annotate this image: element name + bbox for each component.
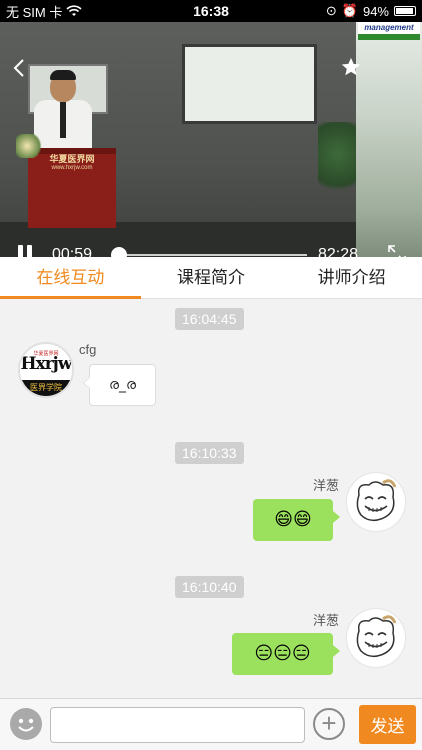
emoji-button[interactable] bbox=[10, 708, 42, 740]
podium-url: www.hxrjw.com bbox=[51, 165, 93, 171]
wifi-icon bbox=[66, 5, 82, 16]
cartoon-face-icon bbox=[356, 479, 397, 522]
lecturer-hair bbox=[50, 70, 76, 80]
battery-icon bbox=[394, 6, 416, 16]
back-button[interactable] bbox=[8, 56, 32, 80]
side-logo: management bbox=[358, 22, 420, 34]
video-side-panel bbox=[356, 22, 422, 257]
send-button[interactable]: 发送 bbox=[359, 705, 416, 744]
fullscreen-icon bbox=[388, 245, 406, 257]
podium-text: 华夏医界网 bbox=[49, 155, 95, 165]
message-timestamp: 16:04:45 bbox=[175, 308, 244, 330]
plus-icon: + bbox=[321, 708, 337, 738]
pause-icon bbox=[18, 245, 23, 257]
message-bubble[interactable]: 😄😄 bbox=[253, 499, 340, 541]
side-stripe bbox=[358, 34, 420, 40]
battery-percent: 94% bbox=[362, 3, 389, 19]
lecturer-tie bbox=[60, 102, 66, 138]
tab-bar: 在线互动 课程简介 讲师介绍 bbox=[0, 257, 422, 299]
pause-icon-bar bbox=[27, 245, 32, 257]
avatar-logo-bottom: 医界学院 bbox=[20, 380, 72, 396]
avatar[interactable] bbox=[346, 472, 406, 532]
message-bubble[interactable]: 😑😑😑 bbox=[232, 633, 340, 675]
tab-course-intro[interactable]: 课程简介 bbox=[141, 257, 282, 298]
current-time: 00:59 bbox=[52, 246, 93, 257]
video-plant bbox=[318, 122, 358, 202]
star-icon bbox=[341, 57, 361, 76]
sender-name: 洋葱 bbox=[313, 613, 340, 628]
tab-lecturer-intro[interactable]: 讲师介绍 bbox=[281, 257, 422, 298]
favorite-button[interactable] bbox=[339, 56, 363, 80]
sender-name: cfg bbox=[79, 342, 97, 357]
carrier-label: 无 SIM 卡 bbox=[6, 4, 63, 20]
pause-button[interactable] bbox=[16, 245, 34, 257]
video-controls: 00:59 82:28 bbox=[0, 241, 422, 257]
seek-bar[interactable] bbox=[117, 254, 307, 256]
chat-area[interactable]: 16:04:45 华夏医界网 Hxrjw 医界学院 cfg ര_ര 16:10:… bbox=[0, 300, 422, 698]
message-input[interactable] bbox=[50, 707, 305, 743]
alarm-icon: ⏰ bbox=[341, 3, 358, 18]
status-bar: 无 SIM 卡 16:38 ⊙ ⏰ 94% bbox=[0, 0, 422, 22]
sender-name: 洋葱 bbox=[313, 478, 340, 493]
avatar[interactable] bbox=[346, 608, 406, 668]
total-time: 82:28 bbox=[318, 246, 359, 257]
avatar-logo-main: Hxrjw bbox=[20, 354, 72, 374]
orientation-lock-icon: ⊙ bbox=[325, 3, 337, 18]
message-bubble[interactable]: ര_ര bbox=[83, 364, 156, 406]
chevron-left-icon bbox=[13, 59, 24, 77]
avatar[interactable]: 华夏医界网 Hxrjw 医界学院 bbox=[18, 342, 74, 398]
fullscreen-button[interactable] bbox=[386, 243, 408, 257]
cartoon-face-icon bbox=[356, 615, 397, 658]
smiley-icon bbox=[18, 718, 34, 732]
message-timestamp: 16:10:33 bbox=[175, 442, 244, 464]
seek-handle[interactable] bbox=[111, 247, 128, 257]
video-player[interactable]: 华夏医界网 www.hxrjw.com management 00:59 82:… bbox=[0, 22, 422, 257]
tab-online-interaction[interactable]: 在线互动 bbox=[0, 257, 141, 299]
clock: 16:38 bbox=[193, 3, 229, 19]
message-timestamp: 16:10:40 bbox=[175, 576, 244, 598]
add-button[interactable]: + bbox=[313, 708, 345, 740]
input-bar: + 发送 bbox=[0, 698, 422, 750]
video-projection-screen bbox=[182, 44, 317, 124]
